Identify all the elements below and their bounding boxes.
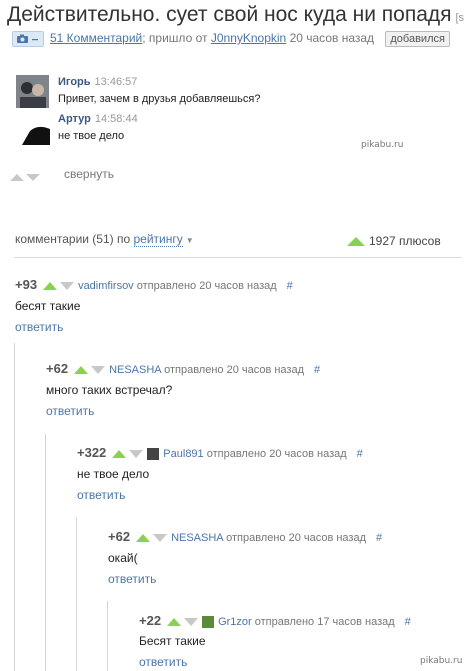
comment-rating: +322 <box>77 445 107 460</box>
comment-time: отправлено 20 часов назад <box>226 532 367 544</box>
comments-header-label: комментарии (51) по <box>15 232 131 246</box>
collapse-link[interactable]: свернуть <box>64 167 114 181</box>
message-author: Игорь 13:46:57 <box>58 76 137 88</box>
message-text: Привет, зачем в друзья добавляешься? <box>58 93 261 105</box>
divider <box>14 257 462 258</box>
comment-time: отправлено 20 часов назад <box>136 280 277 292</box>
chevron-down-icon[interactable]: ▼ <box>186 236 194 245</box>
comment-author[interactable]: NESASHA <box>109 364 161 376</box>
vote-up-icon[interactable] <box>167 618 182 627</box>
message-author-name: Игорь <box>58 76 91 88</box>
vote-down-icon[interactable] <box>26 174 40 181</box>
comment-author[interactable]: NESASHA <box>171 532 223 544</box>
thread-line <box>14 343 15 671</box>
source-tag: [s.pik <box>455 12 464 24</box>
user-photo-icon <box>16 75 49 108</box>
reply-link[interactable]: ответить <box>46 404 94 418</box>
comment-time: отправлено 20 часов назад <box>164 364 305 376</box>
post-image: Игорь 13:46:57 Привет, зачем в друзья доб… <box>14 70 454 150</box>
camera-dropdown-button[interactable] <box>12 30 44 47</box>
vote-up-icon[interactable] <box>74 366 89 375</box>
camera-icon <box>17 34 38 43</box>
comment-text: Бесят такие <box>139 634 206 648</box>
user-silhouette-icon <box>22 126 50 145</box>
post-title-text[interactable]: Действительно. сует свой нос куда ни поп… <box>7 3 452 26</box>
comment-permalink[interactable]: # <box>376 532 382 544</box>
added-badge[interactable]: добавился <box>385 31 450 47</box>
reply-link[interactable]: ответить <box>15 320 63 334</box>
comment-author[interactable]: vadimfirsov <box>78 280 134 292</box>
comment-text: много таких встречал? <box>46 383 173 397</box>
comment-rating: +62 <box>108 529 131 544</box>
thread-line <box>45 434 46 671</box>
comment-permalink[interactable]: # <box>405 616 411 628</box>
came-from-label: ; пришло от <box>142 31 208 45</box>
reply-link[interactable]: ответить <box>108 572 156 586</box>
comment-rating: +62 <box>46 361 69 376</box>
avatar <box>16 75 49 108</box>
plus-arrow-icon <box>347 237 365 247</box>
vote-down-icon[interactable] <box>184 618 199 627</box>
post-meta: 51 Комментарий; пришло от J0nnyKnopkin 2… <box>12 30 450 48</box>
thread-line <box>107 601 108 671</box>
thread-line <box>76 517 77 671</box>
message-time: 13:46:57 <box>94 76 138 88</box>
reply-link[interactable]: ответить <box>77 488 125 502</box>
message-text: не твое дело <box>58 130 125 142</box>
post-time: 20 часов назад <box>289 31 375 45</box>
comment-permalink[interactable]: # <box>287 280 293 292</box>
comment-time: отправлено 20 часов назад <box>206 448 347 460</box>
vote-up-icon[interactable] <box>10 174 24 181</box>
comment-author[interactable]: Paul891 <box>163 448 203 460</box>
total-plus: 1927 плюсов <box>347 234 441 248</box>
avatar <box>202 616 215 629</box>
comment-author[interactable]: Gr1zor <box>218 616 252 628</box>
message-author-name: Артур <box>58 113 91 125</box>
comment-permalink[interactable]: # <box>314 364 320 376</box>
post-votes <box>10 168 40 186</box>
comments-count-link[interactable]: 51 Комментарий <box>50 31 142 45</box>
sort-rating-link[interactable]: рейтингу <box>133 232 183 247</box>
comment-rating: +22 <box>139 613 162 628</box>
comment-rating: +93 <box>15 277 38 292</box>
vote-down-icon[interactable] <box>153 534 168 543</box>
post-author-link[interactable]: J0nnyKnopkin <box>211 31 286 45</box>
comment-text: окай( <box>108 551 138 565</box>
vote-up-icon[interactable] <box>43 282 58 291</box>
message-author: Артур 14:58:44 <box>58 113 138 125</box>
comment-header: +93 vadimfirsov отправлено 20 часов назад… <box>15 277 293 292</box>
vote-down-icon[interactable] <box>91 366 106 375</box>
vote-up-icon[interactable] <box>112 450 127 459</box>
post-title[interactable]: Действительно. сует свой нос куда ни поп… <box>7 3 464 27</box>
vote-up-icon[interactable] <box>136 534 151 543</box>
watermark: pikabu.ru <box>361 140 404 150</box>
comment-header: +62 NESASHA отправлено 20 часов назад # <box>108 529 382 544</box>
reply-link[interactable]: ответить <box>139 655 187 669</box>
comment-permalink[interactable]: # <box>357 448 363 460</box>
comments-header: комментарии (51) по рейтингу ▼ <box>15 232 194 247</box>
total-plus-label: 1927 плюсов <box>369 234 441 248</box>
comment-text: бесят такие <box>15 299 81 313</box>
watermark: pikabu.ru <box>420 656 463 666</box>
vote-down-icon[interactable] <box>60 282 75 291</box>
comment-header: +22 Gr1zor отправлено 17 часов назад # <box>139 613 411 629</box>
avatar <box>22 121 50 145</box>
vote-down-icon[interactable] <box>129 450 144 459</box>
comment-text: не твое дело <box>77 467 150 481</box>
message-time: 14:58:44 <box>94 113 138 125</box>
comment-header: +322 Paul891 отправлено 20 часов назад # <box>77 445 363 461</box>
comment-time: отправлено 17 часов назад <box>254 616 395 628</box>
comment-header: +62 NESASHA отправлено 20 часов назад # <box>46 361 320 376</box>
avatar <box>147 448 160 461</box>
